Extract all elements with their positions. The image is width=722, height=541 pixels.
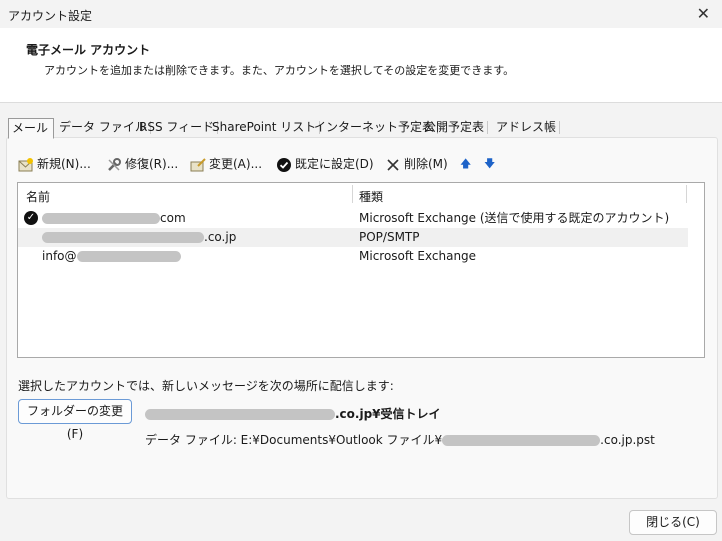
tab-address-books[interactable]: アドレス帳	[493, 118, 563, 137]
move-down-icon[interactable]: 🡇	[484, 154, 495, 174]
window-title: アカウント設定	[8, 9, 93, 23]
new-account-label: 新規(N)...	[37, 157, 91, 171]
account-name: info@	[42, 247, 181, 266]
check-circle-icon	[277, 157, 291, 172]
account-name-suffix: com	[160, 211, 186, 225]
tab-rss-feeds-label: RSS フィード	[139, 120, 215, 134]
column-name-header[interactable]: 名前	[26, 188, 50, 205]
set-default-label: 既定に設定(D)	[295, 157, 374, 171]
account-name: .co.jp	[42, 228, 236, 247]
delete-x-icon	[387, 158, 399, 171]
tab-internet-calendars-label: インターネット予定表	[314, 120, 435, 134]
header-description: アカウントを追加または削除できます。また、アカウントを選択してその設定を変更でき…	[44, 64, 515, 77]
account-name-suffix: .co.jp	[204, 230, 237, 244]
repair-button[interactable]: 修復(R)...	[106, 154, 178, 174]
dialog-header: 電子メール アカウント アカウントを追加または削除できます。また、アカウントを選…	[0, 28, 722, 103]
data-file-path: データ ファイル: E:¥Documents¥Outlook ファイル¥ .co.…	[145, 431, 655, 448]
account-row-selected[interactable]: .co.jp POP/SMTP	[18, 228, 688, 247]
delete-label: 削除(M)	[404, 157, 448, 171]
change-label: 変更(A)...	[209, 157, 263, 171]
wrench-icon	[108, 157, 121, 171]
account-name-prefix: info@	[42, 249, 77, 263]
tab-mail-label: メール	[12, 121, 49, 135]
new-mail-icon	[18, 157, 33, 171]
set-default-button[interactable]: 既定に設定(D)	[276, 154, 374, 174]
account-row[interactable]: ✓ com Microsoft Exchange (送信で使用する既定のアカウン…	[18, 209, 688, 228]
change-folder-button[interactable]: フォルダーの変更(F)	[18, 399, 132, 441]
account-type: Microsoft Exchange (送信で使用する既定のアカウント)	[359, 211, 670, 225]
account-name: com	[42, 209, 186, 228]
close-button[interactable]: 閉じる(C)	[629, 510, 717, 535]
tab-sharepoint-lists-label: SharePoint リスト	[212, 120, 317, 134]
delivery-destination-suffix: .co.jp¥受信トレイ	[335, 407, 441, 421]
account-list[interactable]: 名前 種類 ✓ com Microsoft Exchange (送信で使用する既…	[17, 182, 705, 358]
tab-mail[interactable]: メール	[8, 118, 54, 139]
account-type: Microsoft Exchange	[359, 249, 477, 263]
delivery-label: 選択したアカウントでは、新しいメッセージを次の場所に配信します:	[18, 379, 394, 393]
column-type-header[interactable]: 種類	[359, 188, 383, 205]
close-icon[interactable]: ✕	[697, 4, 710, 23]
title-bar: アカウント設定 ✕	[0, 0, 722, 28]
list-header: 名前 種類	[18, 183, 704, 205]
data-file-prefix: データ ファイル: E:¥Documents¥Outlook ファイル¥	[145, 433, 443, 447]
account-row[interactable]: info@ Microsoft Exchange	[18, 247, 688, 266]
default-account-check-icon: ✓	[24, 211, 38, 225]
header-title: 電子メール アカウント	[26, 43, 151, 57]
repair-label: 修復(R)...	[125, 157, 179, 171]
delete-button[interactable]: 削除(M)	[385, 154, 448, 174]
edit-mail-icon	[190, 157, 206, 171]
new-account-button[interactable]: 新規(N)...	[18, 154, 91, 174]
move-up-icon[interactable]: 🡅	[460, 154, 471, 174]
account-type: POP/SMTP	[359, 230, 420, 244]
tab-sharepoint-lists[interactable]: SharePoint リスト	[209, 118, 323, 137]
delivery-destination: .co.jp¥受信トレイ	[145, 405, 441, 422]
tab-address-books-label: アドレス帳	[496, 120, 557, 134]
data-file-suffix: .co.jp.pst	[600, 433, 655, 447]
tab-published-calendars-label: 公開予定表	[424, 120, 485, 134]
tab-data-files-label: データ ファイル	[59, 120, 147, 134]
tab-published-calendars[interactable]: 公開予定表	[421, 118, 491, 137]
change-button[interactable]: 変更(A)...	[190, 154, 262, 174]
